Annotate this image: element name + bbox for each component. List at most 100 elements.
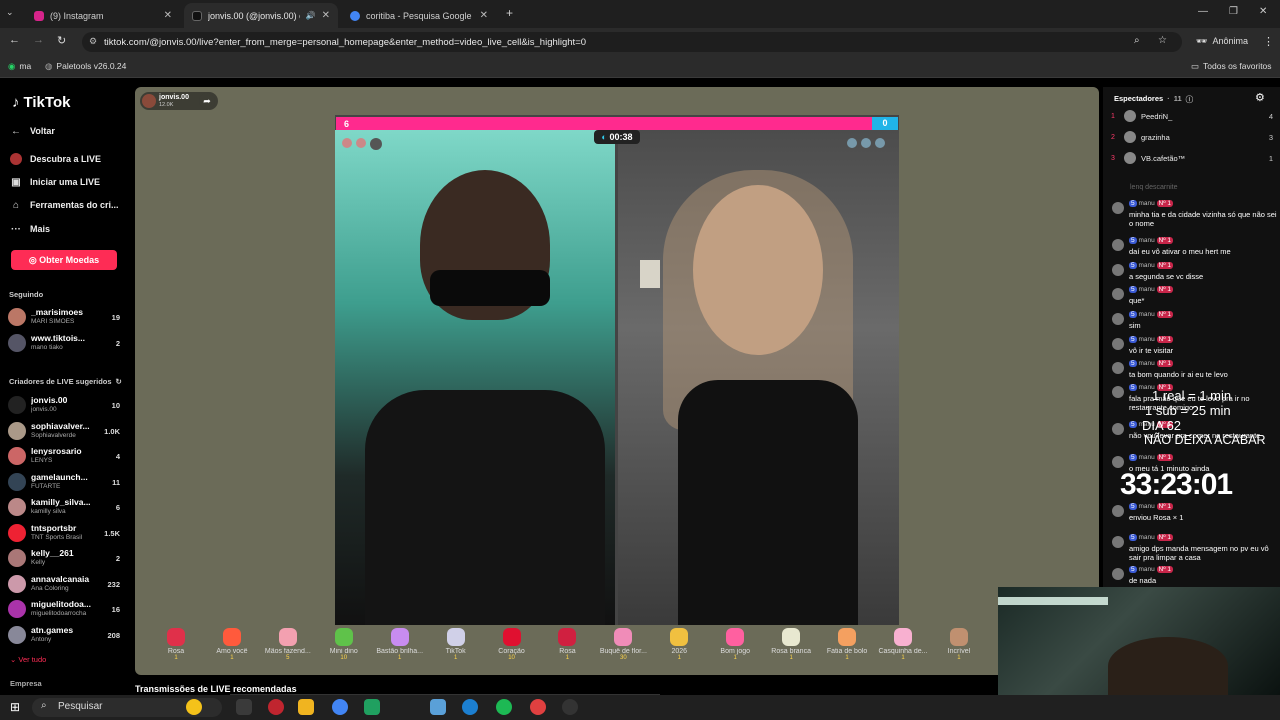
tab-google[interactable]: coritiba - Pesquisa Google ✕ [342,3,496,28]
gift-item[interactable]: TikTok 1 [430,628,482,674]
supporter-avatar[interactable] [875,138,885,148]
app-icon[interactable] [364,699,380,715]
site-info-icon[interactable]: ⚙ [89,36,97,47]
back-link[interactable]: ← Voltar [10,125,55,137]
app-icon[interactable] [430,699,446,715]
gift-item[interactable]: Amo você 1 [206,628,258,674]
close-icon[interactable]: ✕ [480,10,488,21]
copilot-icon[interactable] [186,699,202,715]
suggested-item[interactable]: tntsportsbr TNT Sports Brasil 1.5K [8,522,122,546]
forward-icon[interactable]: → [33,34,44,46]
windows-start-icon[interactable]: ⊞ [10,700,20,714]
footer-company[interactable]: Empresa [10,679,42,688]
app-icon[interactable] [268,699,284,715]
suggested-item[interactable]: kelly__261 Kelly 2 [8,547,122,571]
gift-item[interactable]: Rosa branca 1 [765,628,817,674]
search-icon: ⌕ [41,700,47,711]
zoom-icon[interactable]: ⌕ [1134,35,1140,46]
gift-item[interactable]: Fatia de bolo 1 [821,628,873,674]
gift-item[interactable]: Casquinha de... 1 [877,628,929,674]
gift-item[interactable]: Mini dino 10 [318,628,370,674]
gift-item[interactable]: 2026 1 [653,628,705,674]
supporter-avatar[interactable] [861,138,871,148]
viewer-count: 232 [107,579,120,589]
suggested-item[interactable]: lenysrosario LENYS 4 [8,445,122,469]
gift-icon [838,628,857,646]
nav-start-live[interactable]: ▣ Iniciar uma LIVE [10,176,100,188]
all-favorites[interactable]: ▭ Todos os favoritos [1191,61,1272,72]
rank-badge: Nº 1 [1156,311,1174,318]
following-item[interactable]: _marisimoes MARI SIMÕES 19 [8,306,122,330]
following-item[interactable]: www.tiktois... mano tiako 2 [8,332,122,356]
level-badge: 5 [1129,200,1137,207]
new-tab-button[interactable]: + [506,6,513,20]
gift-item[interactable]: Rosa 1 [150,628,202,674]
suggested-item[interactable]: atn.games Antony 208 [8,624,122,648]
overlay-line: 1 sub = 25 min [1145,403,1231,418]
nav-creator-tools[interactable]: ⌂ Ferramentas do cri... [10,199,119,211]
bookmark-ma[interactable]: ◉ ma [8,61,31,72]
suggested-item[interactable]: annavalcanaia Ana Coloring 232 [8,573,122,597]
window-close-button[interactable]: ✕ [1259,6,1267,17]
bookmark-paletools[interactable]: ◍ Paletools v26.0.24 [45,61,126,72]
tab-search-icon[interactable]: ⌄ [6,7,14,18]
tiktok-logo[interactable]: ♪ TikTok [12,94,70,111]
gift-item[interactable]: Mãos fazend... 5 [262,628,314,674]
guest-video-right[interactable] [618,130,899,625]
supporter-avatar[interactable] [356,138,366,148]
top-viewer[interactable]: 1 PeedriN_ 4 [1111,108,1273,124]
user-name: annavalcanaia [31,573,90,584]
supporter-avatar[interactable] [847,138,857,148]
gift-item[interactable]: Rosa 1 [541,628,593,674]
menu-icon[interactable]: ⋮ [1263,35,1274,48]
task-view-icon[interactable] [236,699,252,715]
bookmarks-bar: ◉ ma ◍ Paletools v26.0.24 ▭ Todos os fav… [0,56,1280,78]
suggested-item[interactable]: miguelitodoa... miguelitodoarrocha 16 [8,598,122,622]
gift-name: Rosa branca [771,648,811,655]
suggested-item[interactable]: sophiavalver... Sophiavalverde 1.0K [8,420,122,444]
nav-discover-live[interactable]: Descubra a LIVE [10,153,101,165]
minimize-button[interactable]: — [1198,6,1208,17]
spotify-icon[interactable] [496,699,512,715]
chrome-icon[interactable] [332,699,348,715]
gift-item[interactable]: Coração 10 [486,628,538,674]
top-viewer[interactable]: 3 VB.cafetão™ 1 [1111,150,1273,166]
share-icon[interactable]: ➦ [199,93,215,109]
nav-more[interactable]: ··· Mais [10,223,50,235]
reload-icon[interactable]: ↻ [57,34,66,47]
speaker-icon[interactable]: 🔊 [306,11,316,20]
gift-item[interactable]: Bom jogo 1 [709,628,761,674]
edge-icon[interactable] [462,699,478,715]
suggested-item[interactable]: gamelaunch... FUTARTE 11 [8,471,122,495]
star-icon[interactable]: ☆ [1158,35,1167,46]
viewers-header[interactable]: Espectadores · 11 ⓘ [1114,94,1193,105]
back-icon[interactable]: ← [9,34,20,46]
suggested-item[interactable]: kamilly_silva... kamilly silva 6 [8,496,122,520]
avatar [8,334,26,352]
gift-item[interactable]: Bastão brilha... 1 [374,628,426,674]
close-icon[interactable]: ✕ [164,10,172,21]
gift-price: 30 [620,655,627,661]
tab-tiktok[interactable]: jonvis.00 (@jonvis.00) com 🔊 ✕ [184,3,338,28]
get-coins-button[interactable]: ◎ Obter Moedas [11,250,117,270]
tab-instagram[interactable]: (9) Instagram ✕ [26,3,180,28]
chrome-icon[interactable] [530,699,546,715]
supporter-avatar[interactable] [342,138,352,148]
suggested-item[interactable]: jonvis.00 jonvis.00 10 [8,394,122,418]
refresh-icon[interactable]: ↻ [116,377,122,386]
close-icon[interactable]: ✕ [322,10,330,21]
gift-item[interactable]: Incrível 1 [933,628,985,674]
host-video-left[interactable] [335,130,615,625]
url-field[interactable]: ⚙ tiktok.com/@jonvis.00/live?enter_from_… [82,32,1182,52]
top-viewer[interactable]: 2 grazinha 3 [1111,129,1273,145]
rank-badge: Nº 1 [1156,503,1174,510]
file-explorer-icon[interactable] [298,699,314,715]
restore-button[interactable]: ❐ [1229,6,1238,17]
supporter-avatar[interactable] [370,138,382,150]
obs-icon[interactable] [562,699,578,715]
incognito-profile[interactable]: 🕶 Anônima [1196,36,1248,47]
level-badge: 5 [1129,566,1137,573]
settings-gear-icon[interactable]: ⚙ [1255,91,1265,104]
gift-item[interactable]: Buquê de flor... 30 [597,628,649,674]
see-all-link[interactable]: ⌄ Ver tudo [10,655,46,664]
